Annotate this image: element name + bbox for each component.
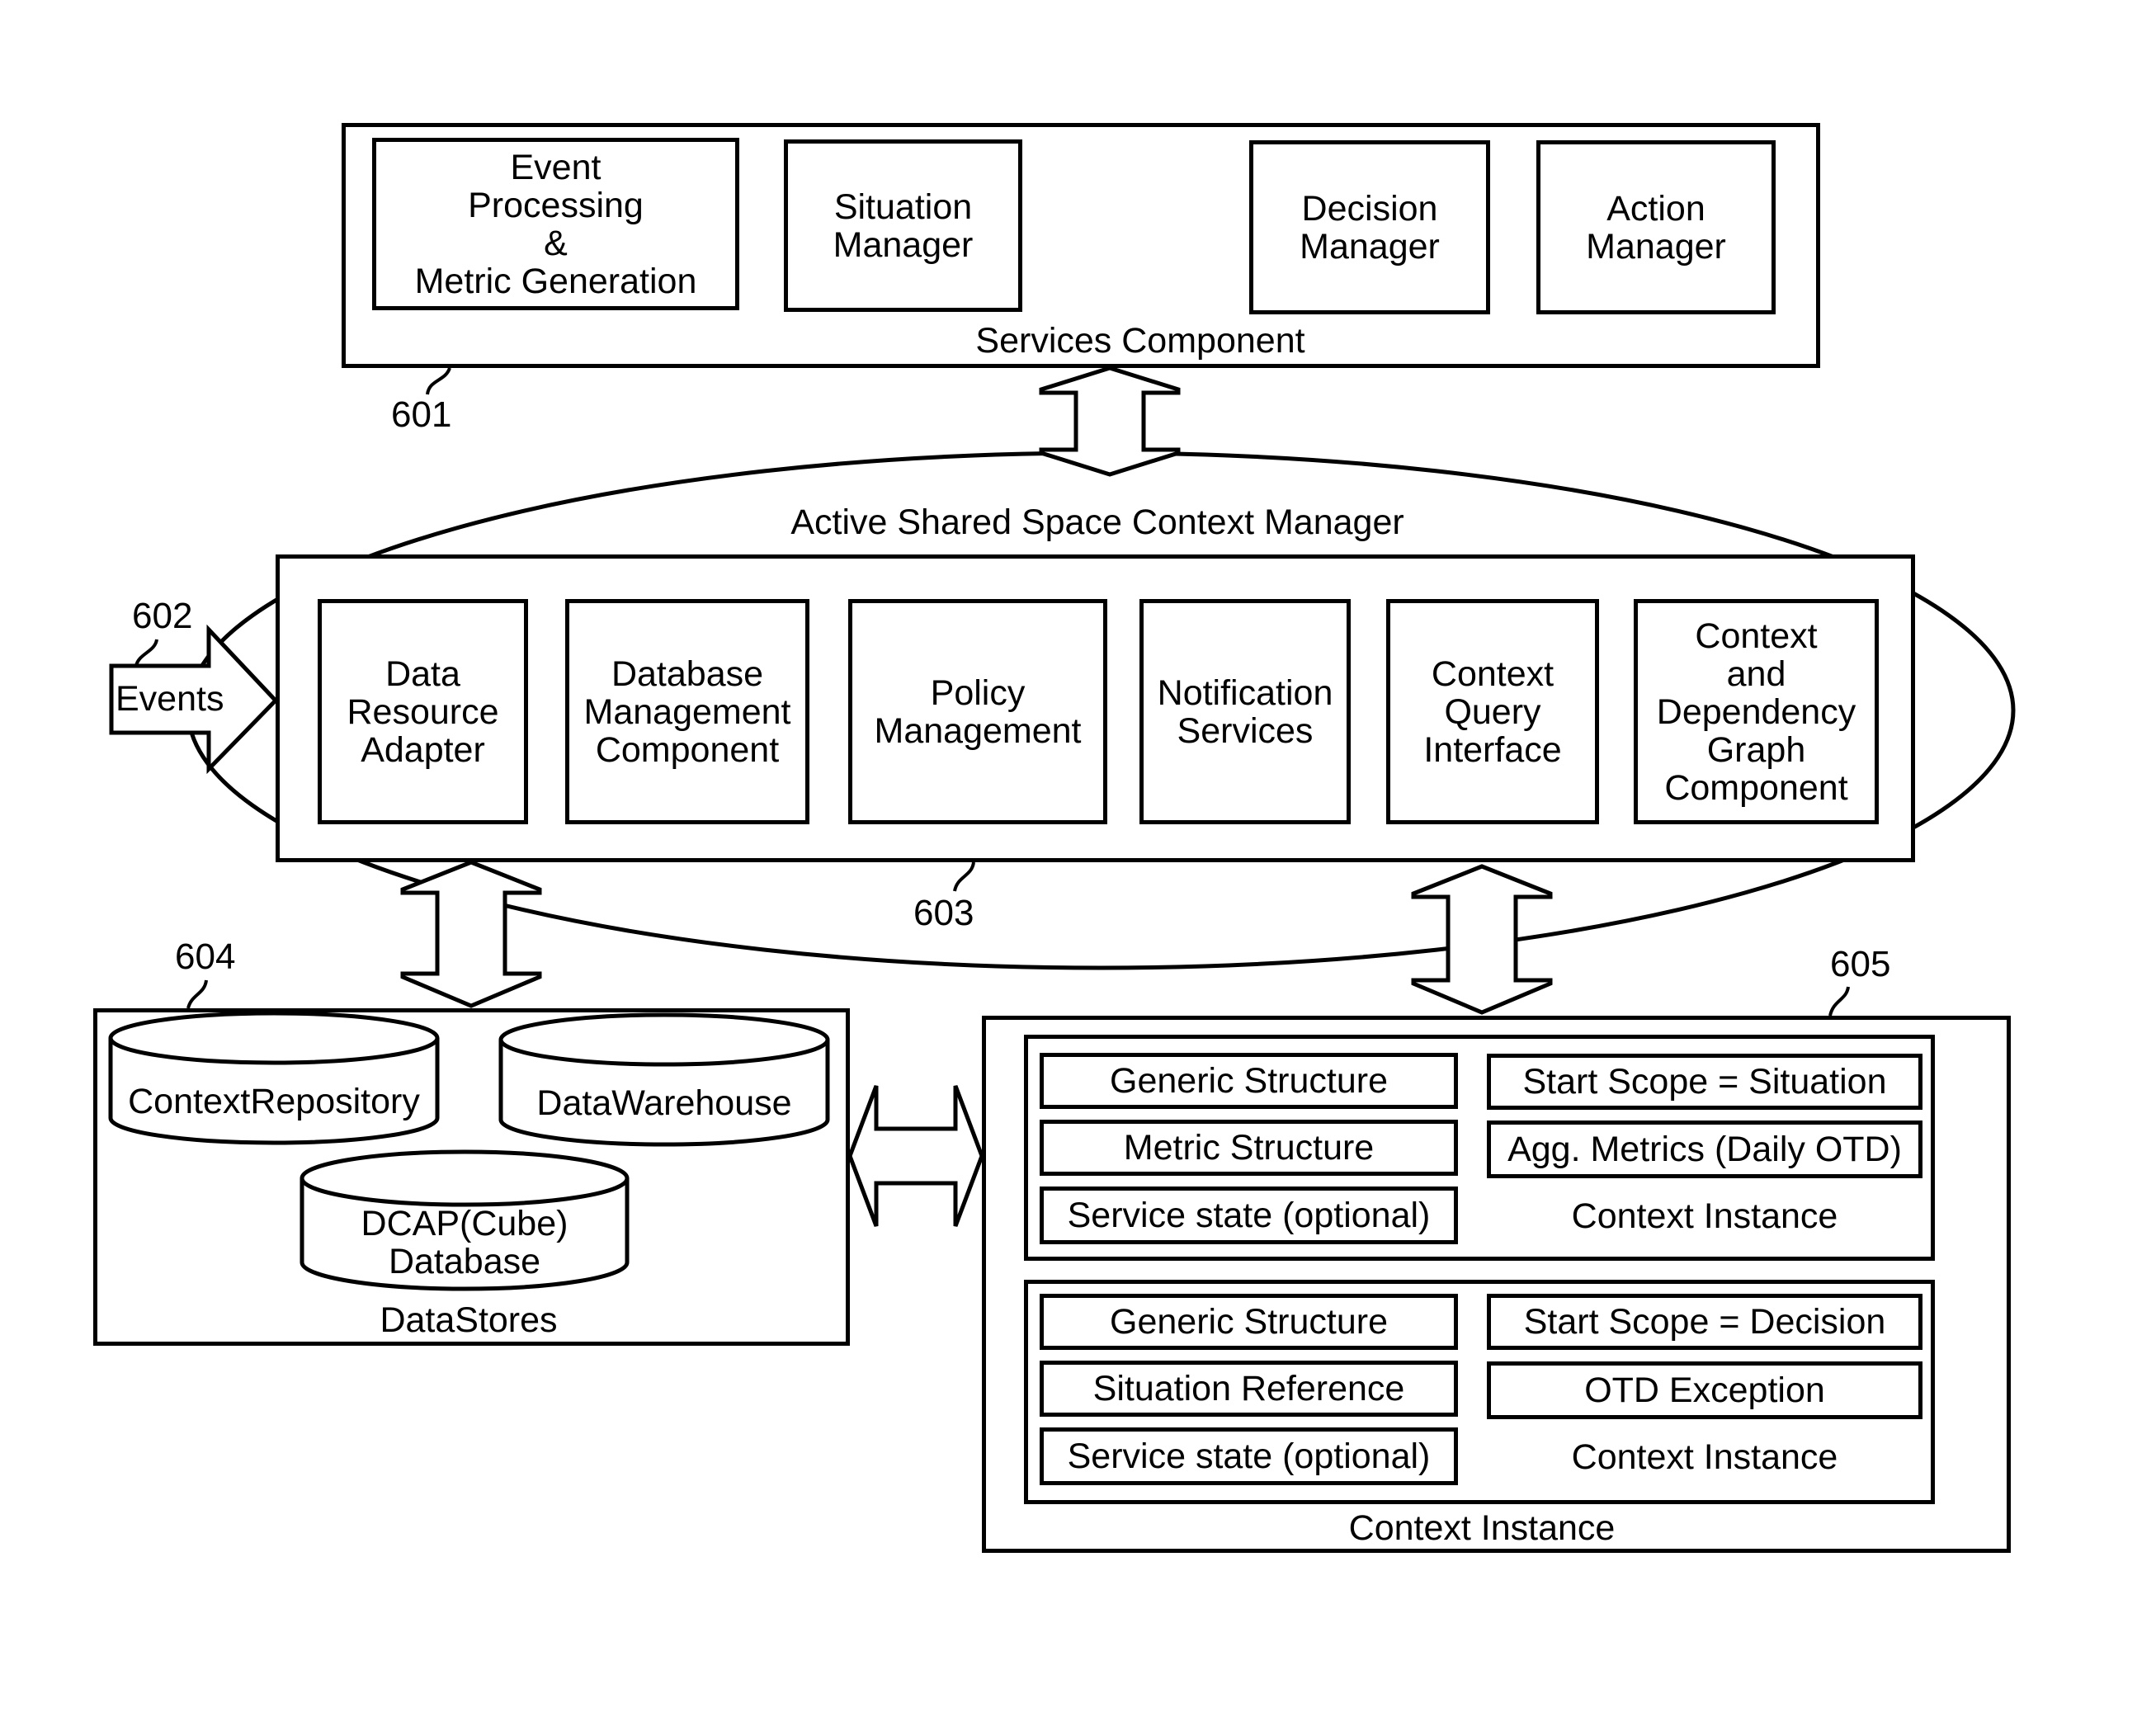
dcap-cube-label: DCAP(Cube) Database: [361, 1204, 568, 1281]
service-state-cell[interactable]: Service state (optional): [1040, 1187, 1458, 1244]
generic-structure-cell[interactable]: Generic Structure: [1040, 1053, 1458, 1109]
context-instance-label: Context Instance: [1348, 1508, 1616, 1548]
datastores-label: DataStores: [380, 1300, 558, 1340]
service-state-cell[interactable]: Service state (optional): [1040, 1427, 1458, 1485]
context-repository-label: ContextRepository: [128, 1082, 420, 1121]
context-instance-caption: Context Instance: [1571, 1196, 1838, 1236]
data-warehouse-label: DataWarehouse: [536, 1083, 792, 1123]
ref-605: 605: [1830, 944, 1891, 984]
generic-structure-cell[interactable]: Generic Structure: [1040, 1294, 1458, 1350]
data-warehouse-cylinder: [498, 1012, 830, 1147]
otd-exception-cell[interactable]: OTD Exception: [1487, 1361, 1922, 1419]
context-instance-caption: Context Instance: [1571, 1437, 1838, 1477]
metric-structure-cell[interactable]: Metric Structure: [1040, 1120, 1458, 1176]
context-repository-cylinder: [108, 1011, 440, 1145]
agg-metrics-cell[interactable]: Agg. Metrics (Daily OTD): [1487, 1120, 1922, 1178]
start-scope-situation-cell[interactable]: Start Scope = Situation: [1487, 1054, 1922, 1110]
ref-604: 604: [175, 936, 236, 977]
situation-reference-cell[interactable]: Situation Reference: [1040, 1361, 1458, 1417]
start-scope-decision-cell[interactable]: Start Scope = Decision: [1487, 1294, 1922, 1350]
